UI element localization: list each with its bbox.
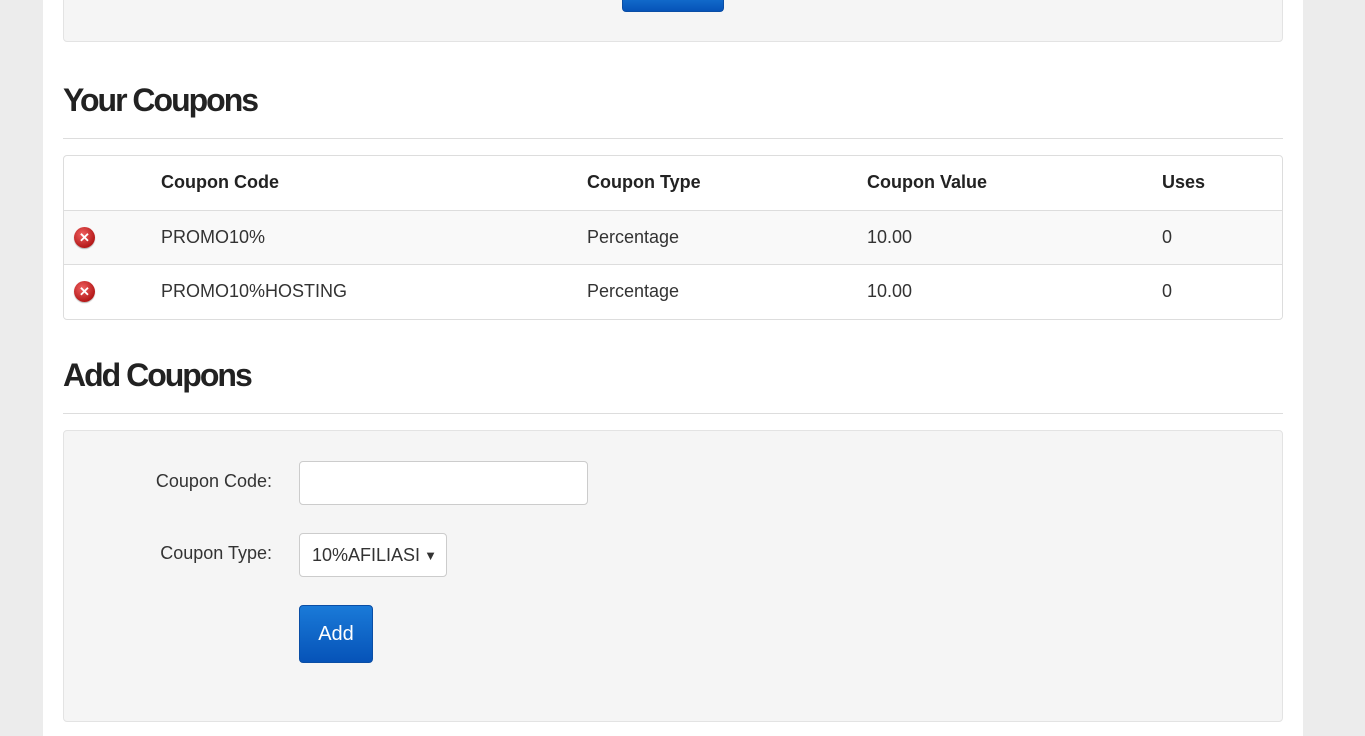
coupon-type-selected: 10%AFILIASI [312,544,421,565]
top-submit-button[interactable] [622,0,724,12]
add-coupons-heading: Add Coupons [63,357,1283,414]
cell-uses: 0 [1162,226,1173,247]
header-delete [64,156,161,210]
chevron-down-icon: ▼ [424,547,437,563]
cell-coupon-code: PROMO10%HOSTING [161,280,348,301]
coupons-table: Coupon Code Coupon Type Coupon Value Use… [63,155,1283,320]
top-form-well [63,0,1283,42]
delete-icon[interactable]: ✕ [74,281,95,303]
coupon-code-label: Coupon Code: [155,471,272,491]
add-coupon-form: Coupon Code: Coupon Type: 10%AFILIASI ▼ … [63,430,1283,722]
header-coupon-type: Coupon Type [587,172,701,193]
table-row: ✕ PROMO10% Percentage 10.00 0 [64,210,1282,264]
cell-coupon-code: PROMO10% [161,226,266,247]
your-coupons-heading: Your Coupons [63,82,1283,139]
cell-coupon-type: Percentage [587,280,680,301]
header-coupon-code: Coupon Code [161,172,279,193]
cell-coupon-type: Percentage [587,226,680,247]
delete-icon[interactable]: ✕ [74,227,95,248]
table-header-row: Coupon Code Coupon Type Coupon Value Use… [64,156,1282,210]
main-content: Your Coupons Coupon Code Coupon Type Cou… [43,0,1303,736]
add-coupon-button[interactable]: Add [299,605,373,663]
cell-uses: 0 [1162,280,1173,301]
coupon-code-input[interactable] [299,461,588,505]
cell-coupon-value: 10.00 [867,280,913,301]
table-row: ✕ PROMO10%HOSTING Percentage 10.00 0 [64,264,1282,318]
cell-coupon-value: 10.00 [867,226,913,247]
coupon-type-select[interactable]: 10%AFILIASI ▼ [299,533,447,577]
coupon-type-label: Coupon Type: [160,543,272,563]
header-uses: Uses [1162,172,1206,193]
header-coupon-value: Coupon Value [867,172,988,193]
